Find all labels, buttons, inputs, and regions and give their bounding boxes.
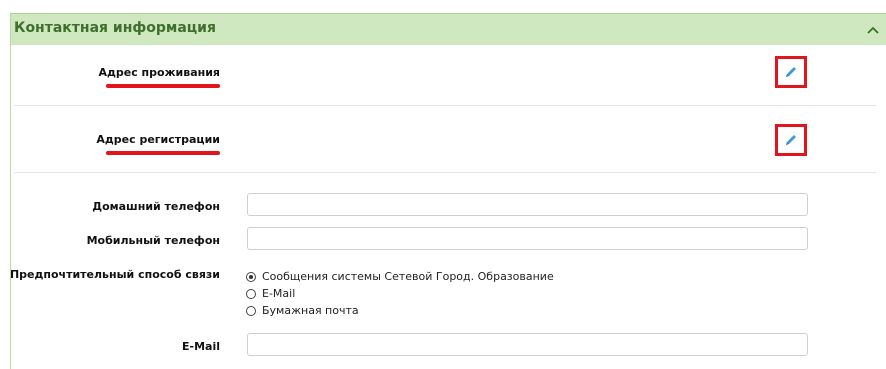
radio-option-paper-mail[interactable]: Бумажная почта: [246, 302, 554, 319]
home-phone-label: Домашний телефон: [92, 200, 220, 213]
address-row-residence: Адрес проживания: [14, 44, 876, 105]
radio-option-system-messages[interactable]: Сообщения системы Сетевой Город. Образов…: [246, 268, 554, 285]
email-input[interactable]: [247, 333, 808, 356]
radio-option-label: Бумажная почта: [262, 304, 359, 317]
home-phone-input[interactable]: [247, 193, 808, 216]
registration-address-label: Адрес регистрации: [96, 133, 220, 146]
row-divider: [14, 172, 876, 173]
radio-button-checked[interactable]: [246, 271, 256, 282]
section-header[interactable]: Контактная информация: [11, 13, 886, 45]
pencil-icon: [786, 135, 796, 145]
contact-method-radio-group: Сообщения системы Сетевой Город. Образов…: [246, 268, 554, 319]
edit-registration-address-button[interactable]: [775, 124, 807, 156]
pencil-icon: [786, 67, 796, 77]
chevron-up-icon[interactable]: [866, 23, 880, 37]
section-title: Контактная информация: [14, 20, 216, 36]
mobile-phone-input[interactable]: [247, 227, 808, 250]
radio-button[interactable]: [246, 305, 256, 316]
contact-method-label: Предпочтительный способ связи: [9, 268, 220, 281]
email-label: E-Mail: [182, 340, 220, 353]
mobile-phone-label: Мобильный телефон: [86, 234, 220, 247]
radio-option-label: E-Mail: [262, 287, 296, 300]
radio-option-email[interactable]: E-Mail: [246, 285, 554, 302]
residence-label-underline: [106, 84, 220, 88]
radio-button[interactable]: [246, 288, 256, 299]
address-row-registration: Адрес регистрации: [14, 106, 876, 172]
radio-option-label: Сообщения системы Сетевой Город. Образов…: [262, 270, 554, 283]
residence-address-label: Адрес проживания: [98, 66, 220, 79]
registration-label-underline: [106, 151, 220, 155]
edit-residence-address-button[interactable]: [775, 56, 807, 88]
